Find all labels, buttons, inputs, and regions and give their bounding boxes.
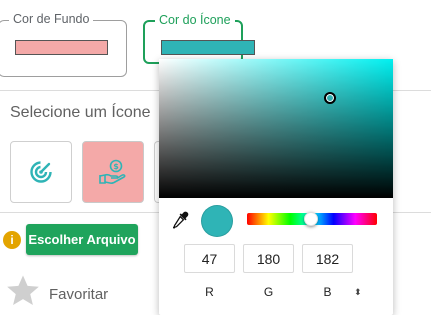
green-channel-label: G [263,285,274,299]
color-preview [201,205,233,237]
icon-tile-hand-money[interactable]: $ [82,141,144,203]
icon-color-field[interactable]: Cor do Ícone [143,13,255,64]
background-color-field[interactable]: Cor de Fundo [0,12,127,77]
svg-text:$: $ [113,162,119,171]
hue-slider-thumb[interactable] [303,212,318,226]
saturation-panel[interactable] [159,59,393,198]
saturation-cursor[interactable] [324,92,336,104]
info-icon: i [3,231,21,249]
select-icon-title: Selecione um Ícone [10,104,151,121]
icon-color-swatch[interactable] [161,40,255,55]
red-channel-label: R [205,285,214,299]
radar-icon [30,160,53,183]
mode-toggle-icon[interactable]: ⬍ [354,288,362,297]
blue-channel-label: B [323,285,332,299]
color-picker-popover[interactable]: R G B ⬍ [159,59,393,315]
star-icon[interactable] [5,274,41,308]
blue-channel-input[interactable] [302,244,353,273]
choose-file-button[interactable]: Escolher Arquivo [26,224,138,255]
icon-tile-radar[interactable] [10,141,72,203]
eyedropper-icon[interactable] [173,211,189,229]
background-color-label: Cor de Fundo [9,12,94,26]
hand-money-icon: $ [99,159,126,184]
icon-color-label: Cor do Ícone [155,13,235,27]
red-channel-input[interactable] [184,244,235,273]
green-channel-input[interactable] [243,244,294,273]
background-color-swatch[interactable] [15,40,108,55]
favorite-label: Favoritar [49,286,109,303]
